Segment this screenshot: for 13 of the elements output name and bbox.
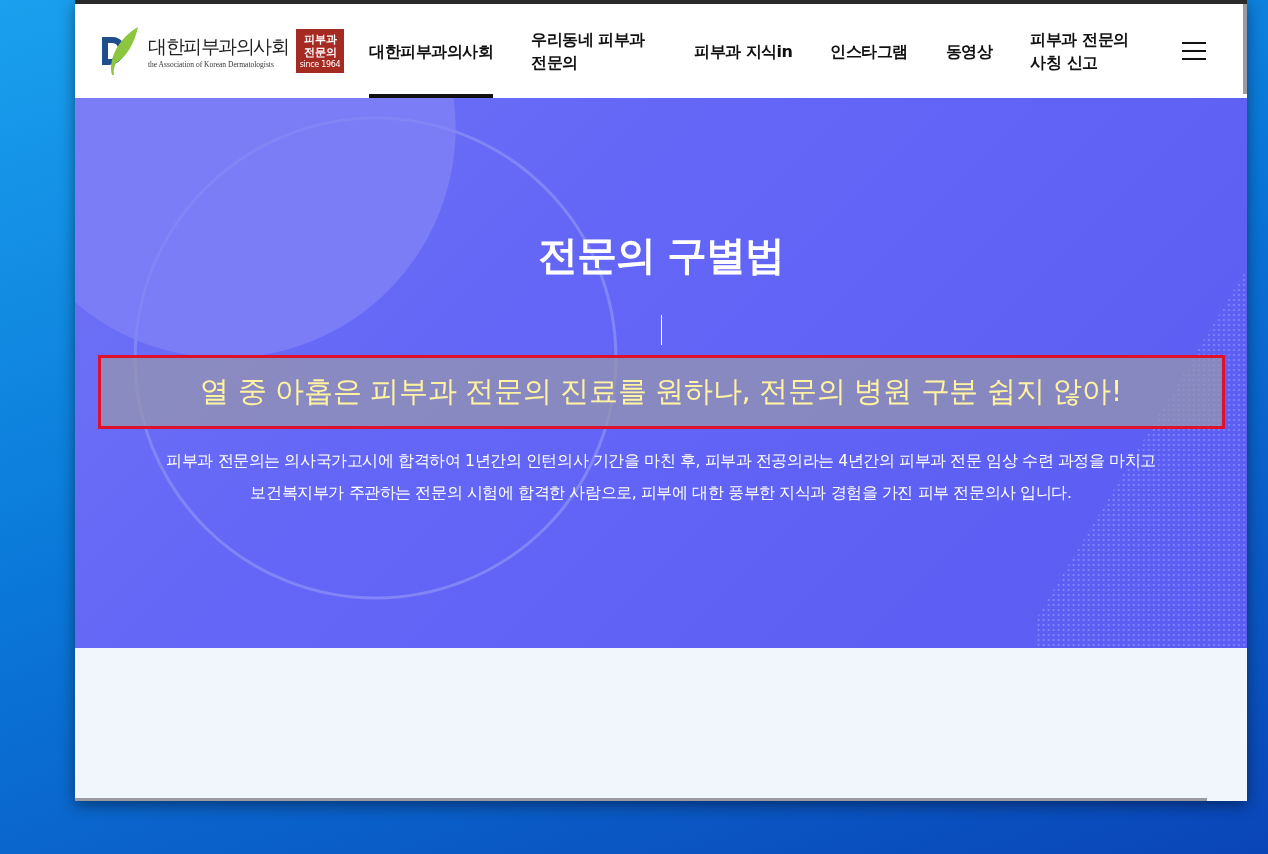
logo-badge: 피부과 전문의 since 1964 (296, 29, 344, 73)
nav-tab[interactable]: 동영상 (945, 8, 993, 98)
scrollbar[interactable] (1243, 4, 1247, 94)
scrollbar[interactable] (75, 798, 1207, 801)
logo-name: 대한피부과의사회 (148, 33, 288, 59)
hero-title: 전문의 구별법 (537, 231, 785, 280)
nav-tab[interactable]: 우리동네 피부과 전문의 (531, 8, 656, 98)
nav-tab[interactable]: 인스타그램 (830, 8, 908, 98)
menu-icon[interactable] (1181, 41, 1207, 61)
hero-subtitle: 열 중 아홉은 피부과 전문의 진료를 원하나, 전문의 병원 구분 쉽지 않아! (97, 355, 1225, 429)
nav-tab[interactable]: 피부과 지식in (694, 8, 793, 98)
hero-description: 피부과 전문의는 의사국가고시에 합격하여 1년간의 인턴의사 기간을 마친 후, 피부과 전공의라는 4년간의 피부과 전문 임상 수련 과정을 마치고 보건복지부가 주관하는 전문의 시험에 합격한 사람으로, 피부에 대한 풍부한 지식과 경험을 가진 피부 전문의사 입니다. (165, 451, 1157, 504)
nav-tab[interactable]: 피부과 전문의 사칭 신고 (1030, 8, 1156, 98)
